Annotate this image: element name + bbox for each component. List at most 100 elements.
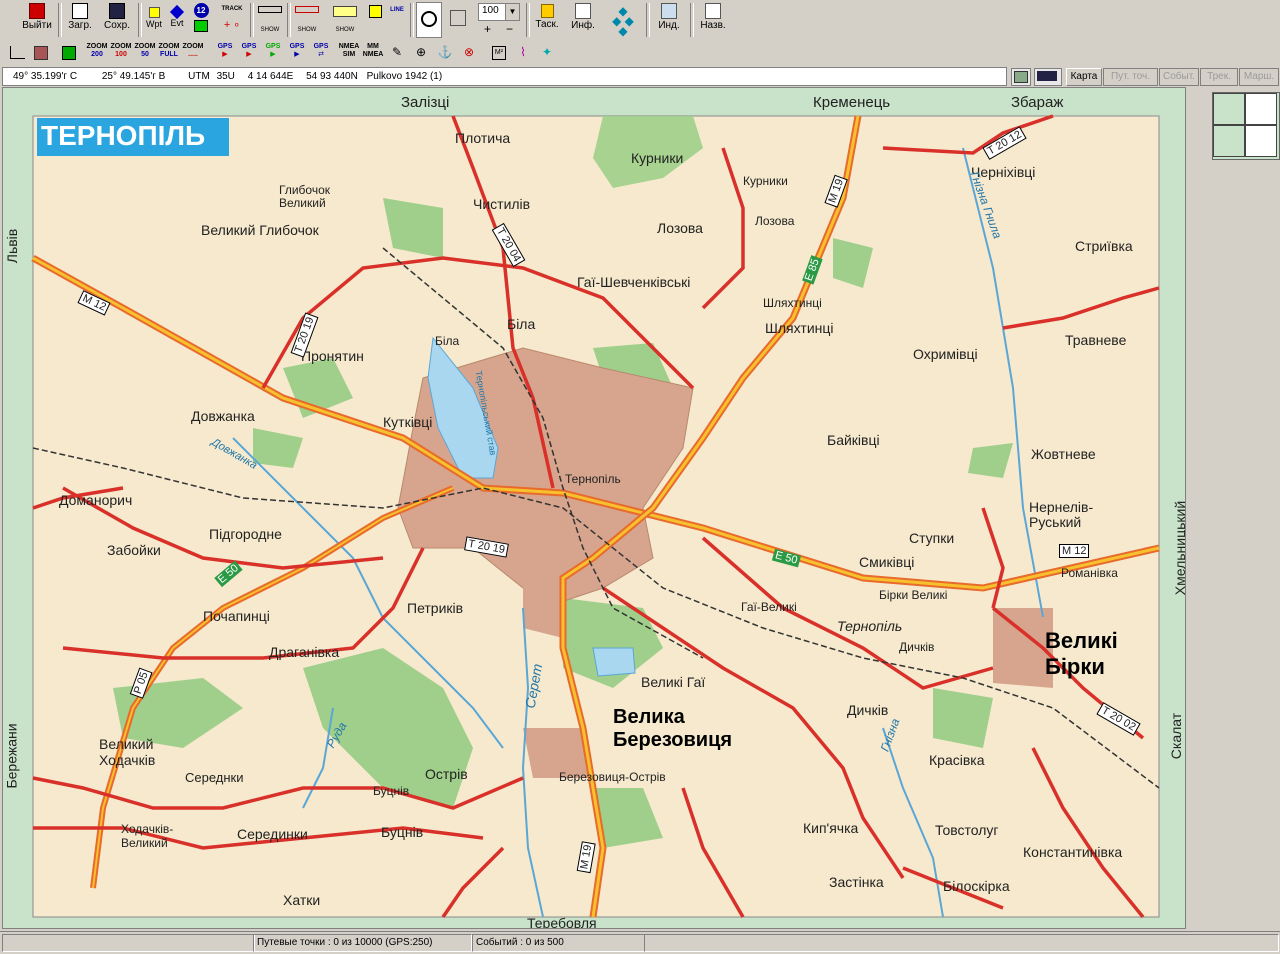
nmea-mm-button[interactable]: MM NMEA [362, 43, 384, 62]
crosshair-icon: ⊕ [415, 45, 427, 59]
track-button[interactable]: TRACK + ∘ [218, 2, 246, 38]
area-button[interactable]: M² [488, 43, 510, 62]
nmea-sim-label: NMEA SIM [338, 43, 360, 58]
place-label: Нернелів-Руський [1029, 499, 1094, 530]
pencil-button[interactable]: ✎ [386, 43, 408, 62]
waypoint-icon [148, 7, 160, 18]
exit-label: Выйти [22, 20, 52, 31]
place-label: Гаї-Шевченківські [577, 274, 691, 290]
index-button[interactable]: Инд. [652, 2, 686, 38]
place-label: Підгородне [209, 526, 282, 542]
place-label: Велика Березовиця [613, 706, 733, 751]
show-track-button[interactable]: SHOW [256, 2, 284, 38]
profile-button[interactable]: ⌇ [512, 43, 534, 62]
tool-icon [34, 46, 48, 60]
show-label-1: SHOW [260, 27, 280, 33]
show-route-button[interactable]: SHOW [330, 2, 360, 38]
disk-icon [62, 46, 76, 60]
northing: 54 93 440N [306, 71, 358, 82]
coordinate-readout: 49° 35.199'г С 25° 49.145'г В UTM 35U 4 … [2, 67, 1007, 86]
tab-route[interactable]: Марш. [1239, 68, 1279, 86]
tab-track[interactable]: Трек. [1200, 68, 1238, 86]
zoom-select[interactable]: 100 ▼ [478, 3, 520, 21]
tool-sel-button[interactable] [30, 43, 52, 62]
zoom-200-button[interactable]: ZOOM 200 [86, 43, 108, 62]
nmea-mm-label: MM NMEA [362, 43, 384, 58]
main-toolbar: Выйти Загр. Сохр. Wpt Evt 12 TRACK + ∘ S… [0, 0, 1280, 41]
minimap-tile[interactable] [1213, 93, 1245, 125]
gps-receive-icon: ▶ [270, 51, 276, 58]
gps-swap-icon: ⇄ [318, 51, 324, 58]
zoom-out-icon[interactable]: − [506, 22, 513, 36]
tasks-button[interactable]: Таск. [530, 2, 564, 38]
info-button[interactable]: Инф. [566, 2, 600, 38]
place-label: Великі Бірки [1045, 628, 1118, 679]
map-title: ТЕРНОПІЛЬ [41, 120, 206, 151]
longitude: 25° 49.145'г В [101, 71, 166, 82]
track-line-icon [258, 6, 282, 13]
zoom-in-icon[interactable]: + [484, 22, 491, 36]
route-tool-button[interactable] [364, 2, 386, 38]
number-tool-button[interactable]: 12 [190, 2, 212, 38]
green-square-icon [194, 20, 208, 32]
area-icon: M² [492, 46, 506, 60]
place-label: Курники [743, 174, 788, 188]
zoom-full-button[interactable]: ZOOM FULL [158, 43, 180, 62]
zoom-50-button[interactable]: ZOOM 50 [134, 43, 156, 62]
place-label: Дичків [899, 640, 935, 654]
zoom-custom-button[interactable]: ZOOM..... [182, 43, 204, 62]
tab-waypoints[interactable]: Пут. точ. [1103, 68, 1158, 86]
place-label: Петриків [407, 600, 464, 616]
save-button[interactable]: Сохр. [99, 2, 135, 38]
gps-button-1[interactable]: GPS ▶ [214, 43, 236, 62]
overview-minimap[interactable] [1212, 92, 1280, 160]
place-label: Пронятин [301, 348, 364, 364]
gps-button-4[interactable]: GPS ▶ [286, 43, 308, 62]
index-icon [661, 3, 677, 19]
place-label: Забойки [107, 542, 161, 558]
line-button[interactable]: LINE [388, 2, 406, 38]
gps-button-2[interactable]: GPS ▶ [238, 43, 260, 62]
gps-button-3[interactable]: GPS ▶ [262, 43, 284, 62]
gps-label-4: GPS [289, 43, 305, 50]
anchor-button[interactable]: ⚓ [434, 43, 456, 62]
points-icon [295, 6, 319, 13]
wpt-button[interactable]: Wpt [143, 2, 165, 38]
crosshair-button[interactable]: ⊕ [410, 43, 432, 62]
evt-button[interactable]: Evt [166, 2, 188, 38]
chart-tool-button[interactable] [6, 43, 28, 62]
evt-label: Evt [170, 18, 184, 28]
place-label: Красівка [929, 752, 985, 768]
gps-button-5[interactable]: GPS ⇄ [310, 43, 332, 62]
map-image-button[interactable] [1011, 68, 1031, 86]
zoom-custom-value: ..... [188, 51, 198, 58]
tab-map[interactable]: Карта [1066, 68, 1102, 86]
show-points-button[interactable]: SHOW [292, 2, 322, 38]
place-label: Кип'ячка [803, 820, 859, 836]
map-view[interactable]: ТЕРНОПІЛЬ Залізці Кременець Збараж Львів… [2, 87, 1186, 929]
gps-label-5: GPS [313, 43, 329, 50]
minimap-tile[interactable] [1245, 125, 1277, 157]
names-button[interactable]: Назв. [695, 2, 731, 38]
latitude: 49° 35.199'г С [13, 71, 78, 82]
stop-button[interactable]: ⊗ [458, 43, 480, 62]
exit-button[interactable]: Выйти [18, 2, 56, 38]
load-icon [72, 3, 88, 19]
save-map-button[interactable] [58, 43, 80, 62]
magnifier-button[interactable] [416, 2, 442, 38]
nmea-sim-button[interactable]: NMEA SIM [338, 43, 360, 62]
minimap-tile[interactable] [1213, 125, 1245, 157]
place-label: Серединки [237, 826, 308, 842]
signal-button[interactable]: ✦ [536, 43, 558, 62]
zoom-100-button[interactable]: ZOOM 100 [110, 43, 132, 62]
load-button[interactable]: Загр. [62, 2, 98, 38]
save-image-button[interactable] [1034, 68, 1062, 86]
signal-icon: ✦ [541, 45, 553, 59]
place-label: Тернопіль [837, 618, 903, 634]
pan-arrows-button[interactable]: ◆ ◆ ◆ ◆ [604, 2, 642, 38]
windows-button[interactable] [446, 2, 470, 38]
status-pane-right [644, 934, 1279, 952]
place-label: Білоскірка [943, 878, 1010, 894]
tab-events[interactable]: Событ. [1159, 68, 1199, 86]
minimap-tile[interactable] [1245, 93, 1277, 125]
